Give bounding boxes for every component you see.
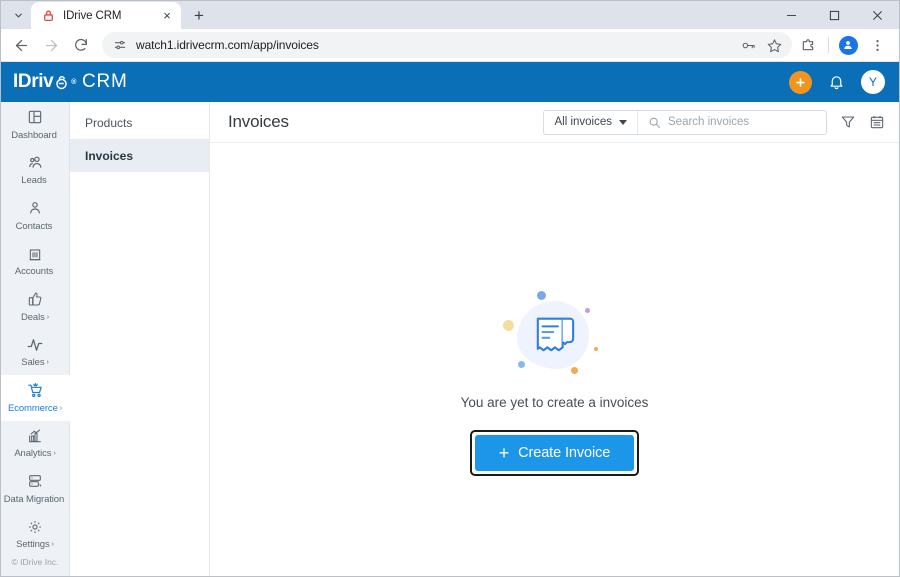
invoice-receipt-illustration bbox=[495, 291, 615, 383]
subnav-item-products[interactable]: Products bbox=[70, 106, 209, 139]
empty-state-message: You are yet to create a invoices bbox=[460, 395, 649, 410]
dashboard-icon bbox=[27, 109, 43, 126]
sidebar-item-settings[interactable]: Settings › bbox=[1, 512, 69, 558]
calendar-icon[interactable] bbox=[869, 114, 885, 130]
profile-avatar-icon[interactable] bbox=[835, 32, 861, 58]
sidebar-item-deals[interactable]: Deals › bbox=[1, 284, 69, 330]
deals-thumbsup-icon bbox=[27, 291, 43, 308]
sidebar-item-analytics[interactable]: Analytics › bbox=[1, 421, 69, 467]
key-icon[interactable] bbox=[736, 33, 760, 57]
page-title: Invoices bbox=[228, 112, 289, 131]
address-bar[interactable]: watch1.idrivecrm.com/app/invoices bbox=[102, 32, 792, 58]
maximize-icon[interactable] bbox=[813, 1, 856, 29]
sidebar-label: Contacts bbox=[15, 220, 53, 232]
quick-add-button[interactable] bbox=[789, 70, 812, 94]
search-group: All invoices bbox=[543, 109, 827, 135]
browser-tab-title: IDrive CRM bbox=[63, 9, 122, 22]
sidebar-item-leads[interactable]: Leads bbox=[1, 148, 69, 194]
extensions-icon[interactable] bbox=[794, 31, 822, 59]
sidebar-item-accounts[interactable]: Accounts bbox=[1, 239, 69, 285]
illustration-dot-purple bbox=[584, 308, 590, 313]
browser-tab[interactable]: IDrive CRM × bbox=[31, 2, 181, 29]
receipt-icon bbox=[536, 317, 574, 352]
accounts-icon bbox=[27, 245, 43, 262]
secondary-sidebar: Products Invoices bbox=[70, 102, 210, 576]
browser-tab-strip: IDrive CRM × + bbox=[1, 1, 899, 29]
invoice-filter-dropdown[interactable]: All invoices bbox=[544, 110, 638, 134]
window-controls bbox=[770, 1, 899, 29]
address-bar-actions bbox=[736, 33, 786, 57]
site-settings-tune-icon[interactable] bbox=[112, 37, 128, 53]
primary-sidebar: Dashboard Leads Contacts Accounts Deals … bbox=[1, 102, 70, 576]
filter-dropdown-label: All invoices bbox=[554, 116, 612, 128]
search-field[interactable] bbox=[638, 111, 826, 134]
database-icon bbox=[27, 473, 43, 490]
create-invoice-button[interactable]: + Create Invoice bbox=[474, 435, 635, 471]
search-icon bbox=[648, 116, 661, 129]
sidebar-copyright: © IDrive Inc. bbox=[11, 557, 59, 567]
forward-icon[interactable] bbox=[37, 31, 65, 59]
back-icon[interactable] bbox=[7, 31, 35, 59]
sales-pulse-icon bbox=[26, 336, 44, 353]
sidebar-label: Sales › bbox=[21, 357, 49, 369]
illustration-dot-blue-bottom bbox=[517, 361, 525, 368]
analytics-chart-icon bbox=[27, 427, 43, 444]
sidebar-label: Data Migration bbox=[3, 493, 65, 505]
sidebar-label: Ecommerce › bbox=[7, 402, 62, 414]
user-avatar[interactable]: Y bbox=[861, 70, 885, 94]
sidebar-label: Dashboard bbox=[11, 129, 57, 141]
idrive-crm-logo[interactable]: IDriv ® CRM bbox=[13, 71, 128, 93]
search-input[interactable] bbox=[668, 116, 816, 128]
content-header: Invoices All invoices bbox=[210, 102, 899, 143]
idrive-lock-favicon-icon bbox=[41, 8, 56, 23]
subnav-item-invoices[interactable]: Invoices bbox=[70, 139, 209, 172]
sidebar-item-data-migration[interactable]: Data Migration bbox=[1, 466, 69, 512]
sidebar-label: Deals › bbox=[20, 311, 50, 323]
contacts-icon bbox=[27, 200, 43, 217]
sidebar-label: Settings › bbox=[16, 539, 54, 551]
sidebar-label: Accounts bbox=[14, 266, 54, 278]
create-invoice-focus-ring: + Create Invoice bbox=[469, 430, 640, 476]
app-header: IDriv ® CRM Y bbox=[1, 62, 899, 102]
logo-registered-mark: ® bbox=[71, 78, 77, 86]
sidebar-label: Leads bbox=[21, 175, 47, 187]
sidebar-item-dashboard[interactable]: Dashboard bbox=[1, 102, 69, 148]
illustration-dot-blue-top bbox=[536, 291, 546, 300]
reload-icon[interactable] bbox=[67, 31, 95, 59]
chevron-down-icon bbox=[619, 119, 627, 125]
funnel-filter-icon[interactable] bbox=[840, 114, 856, 130]
illustration-dot-orange-right bbox=[593, 347, 598, 351]
star-icon[interactable] bbox=[762, 33, 786, 57]
logo-text: IDriv bbox=[13, 71, 54, 92]
content-header-tools: All invoices bbox=[543, 109, 885, 135]
logo-suffix: CRM bbox=[82, 71, 128, 92]
plus-icon: + bbox=[498, 443, 510, 463]
minimize-icon[interactable] bbox=[770, 1, 813, 29]
sidebar-item-contacts[interactable]: Contacts bbox=[1, 193, 69, 239]
illustration-dot-orange-bottom bbox=[570, 367, 578, 374]
address-bar-url: watch1.idrivecrm.com/app/invoices bbox=[136, 38, 319, 52]
leads-icon bbox=[27, 154, 44, 171]
new-tab-button[interactable]: + bbox=[186, 2, 212, 28]
notifications-bell-icon[interactable] bbox=[828, 74, 845, 91]
browser-toolbar: watch1.idrivecrm.com/app/invoices bbox=[1, 29, 899, 62]
browser-window: IDrive CRM × + watch1.idrivecrm.com/app/… bbox=[0, 0, 900, 577]
tab-search-chevron-down-icon[interactable] bbox=[5, 2, 31, 28]
toolbar-divider bbox=[828, 37, 829, 53]
close-icon[interactable]: × bbox=[159, 8, 175, 24]
app-body: Dashboard Leads Contacts Accounts Deals … bbox=[1, 102, 899, 576]
main-content: Invoices All invoices Search invoices Yo… bbox=[210, 102, 899, 576]
sidebar-label: Analytics › bbox=[14, 448, 56, 460]
close-window-icon[interactable] bbox=[856, 1, 899, 29]
logo-lock-e-icon bbox=[56, 75, 68, 89]
sidebar-item-ecommerce[interactable]: Ecommerce › bbox=[1, 375, 70, 421]
three-dots-menu-icon[interactable] bbox=[863, 31, 891, 59]
illustration-dot-yellow bbox=[502, 320, 514, 331]
create-invoice-label: Create Invoice bbox=[518, 445, 611, 461]
app-header-actions: Y bbox=[789, 70, 885, 94]
sidebar-item-sales[interactable]: Sales › bbox=[1, 330, 69, 376]
cart-icon bbox=[27, 382, 44, 399]
gear-icon bbox=[27, 518, 43, 535]
empty-state: You are yet to create a invoices + Creat… bbox=[210, 143, 899, 576]
